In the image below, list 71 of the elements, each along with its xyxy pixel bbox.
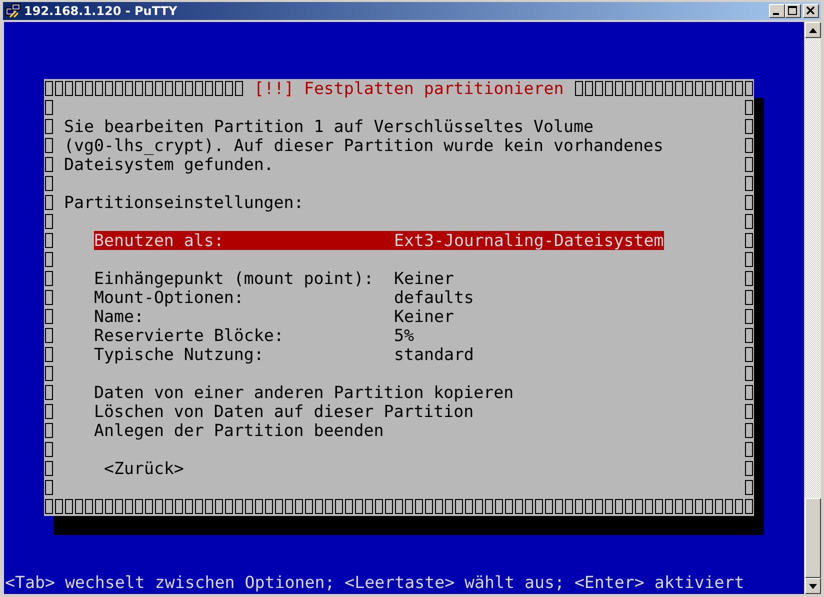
maximize-icon bbox=[787, 6, 799, 16]
box-glyph-icon bbox=[44, 345, 54, 364]
box-glyph-icon bbox=[744, 345, 754, 364]
box-glyph-icon bbox=[744, 364, 754, 383]
box-glyph-icon bbox=[744, 307, 754, 326]
box-glyph-icon bbox=[744, 402, 754, 421]
close-button[interactable] bbox=[803, 4, 819, 18]
box-glyph-icon bbox=[744, 193, 754, 212]
box-glyph-icon bbox=[44, 364, 54, 383]
message-text: Dateisystem gefunden. bbox=[64, 155, 274, 174]
box-glyph-icon bbox=[744, 288, 754, 307]
box-glyph-icon bbox=[44, 307, 54, 326]
action-option[interactable]: Löschen von Daten auf dieser Partition bbox=[94, 402, 474, 421]
action-option[interactable]: Daten von einer anderen Partition kopieren bbox=[94, 383, 514, 402]
box-glyph-icon bbox=[744, 269, 754, 288]
box-glyph-icon bbox=[744, 136, 754, 155]
window-title: 192.168.1.120 - PuTTY bbox=[24, 4, 178, 18]
box-glyph-icon bbox=[744, 117, 754, 136]
box-glyph-icon bbox=[44, 174, 54, 193]
box-glyph-icon bbox=[744, 459, 754, 478]
minimize-button[interactable] bbox=[769, 4, 785, 18]
action-option[interactable]: Anlegen der Partition beenden bbox=[94, 421, 384, 440]
down-arrow-icon bbox=[809, 584, 817, 588]
box-glyph-icon bbox=[44, 212, 54, 231]
scroll-up-button[interactable] bbox=[805, 22, 821, 38]
box-glyph-icon bbox=[744, 383, 754, 402]
box-glyph-icon bbox=[744, 478, 754, 497]
box-glyph-icon bbox=[744, 231, 754, 250]
box-glyph-icon bbox=[44, 117, 54, 136]
back-button[interactable]: <Zurück> bbox=[104, 459, 184, 478]
setting-option[interactable]: Einhängepunkt (mount point): Keiner bbox=[94, 269, 454, 288]
scrollbar-thumb[interactable] bbox=[805, 498, 821, 578]
box-glyph-icon bbox=[744, 421, 754, 440]
box-glyph-icon bbox=[44, 250, 54, 269]
setting-option[interactable]: Name: Keiner bbox=[94, 307, 454, 326]
box-glyph-icon bbox=[744, 98, 754, 117]
box-glyph-icon bbox=[44, 326, 54, 345]
box-glyph-icon bbox=[744, 212, 754, 231]
box-glyph-icon bbox=[744, 326, 754, 345]
computer-icon bbox=[5, 3, 21, 19]
box-glyph-icon bbox=[744, 440, 754, 459]
minimize-icon bbox=[773, 13, 779, 15]
box-glyph-icon bbox=[44, 231, 54, 250]
box-glyph-icon bbox=[744, 250, 754, 269]
box-glyph-icon bbox=[44, 288, 54, 307]
box-glyph-icon bbox=[44, 459, 54, 478]
close-icon bbox=[805, 6, 817, 16]
scroll-down-button[interactable] bbox=[805, 578, 821, 594]
box-glyph-icon bbox=[44, 421, 54, 440]
box-glyph-icon bbox=[44, 136, 54, 155]
message-text: Sie bearbeiten Partition 1 auf Verschlüsseltes Volume bbox=[64, 117, 594, 136]
section-label: Partitionseinstellungen: bbox=[64, 193, 304, 212]
status-line: <Tab> wechselt zwischen Optionen; <Leertaste> wählt aus; <Enter> aktiviert bbox=[4, 573, 746, 592]
message-text: (vg0-lhs_crypt). Auf dieser Partition wurde kein vorhandenes bbox=[64, 136, 664, 155]
box-glyph-icon bbox=[44, 478, 54, 497]
box-glyph-icon bbox=[44, 193, 54, 212]
up-arrow-icon bbox=[809, 28, 817, 32]
box-glyph-icon bbox=[44, 402, 54, 421]
box-glyph-icon bbox=[44, 98, 54, 117]
setting-option[interactable]: Typische Nutzung: standard bbox=[94, 345, 474, 364]
box-glyph-icon bbox=[44, 440, 54, 459]
setting-option[interactable]: Mount-Optionen: defaults bbox=[94, 288, 474, 307]
maximize-button[interactable] bbox=[785, 4, 801, 18]
dialog-title: [!!] Festplatten partitionieren bbox=[254, 79, 564, 98]
box-glyph-icon bbox=[44, 155, 54, 174]
box-glyph-icon bbox=[744, 174, 754, 193]
box-glyph-icon bbox=[44, 269, 54, 288]
setting-option[interactable]: Reservierte Blöcke: 5% bbox=[94, 326, 414, 345]
setting-option[interactable]: Benutzen als: Ext3-Journaling-Dateisystem bbox=[94, 231, 664, 250]
box-glyph-icon bbox=[744, 155, 754, 174]
box-glyph-icon bbox=[44, 383, 54, 402]
